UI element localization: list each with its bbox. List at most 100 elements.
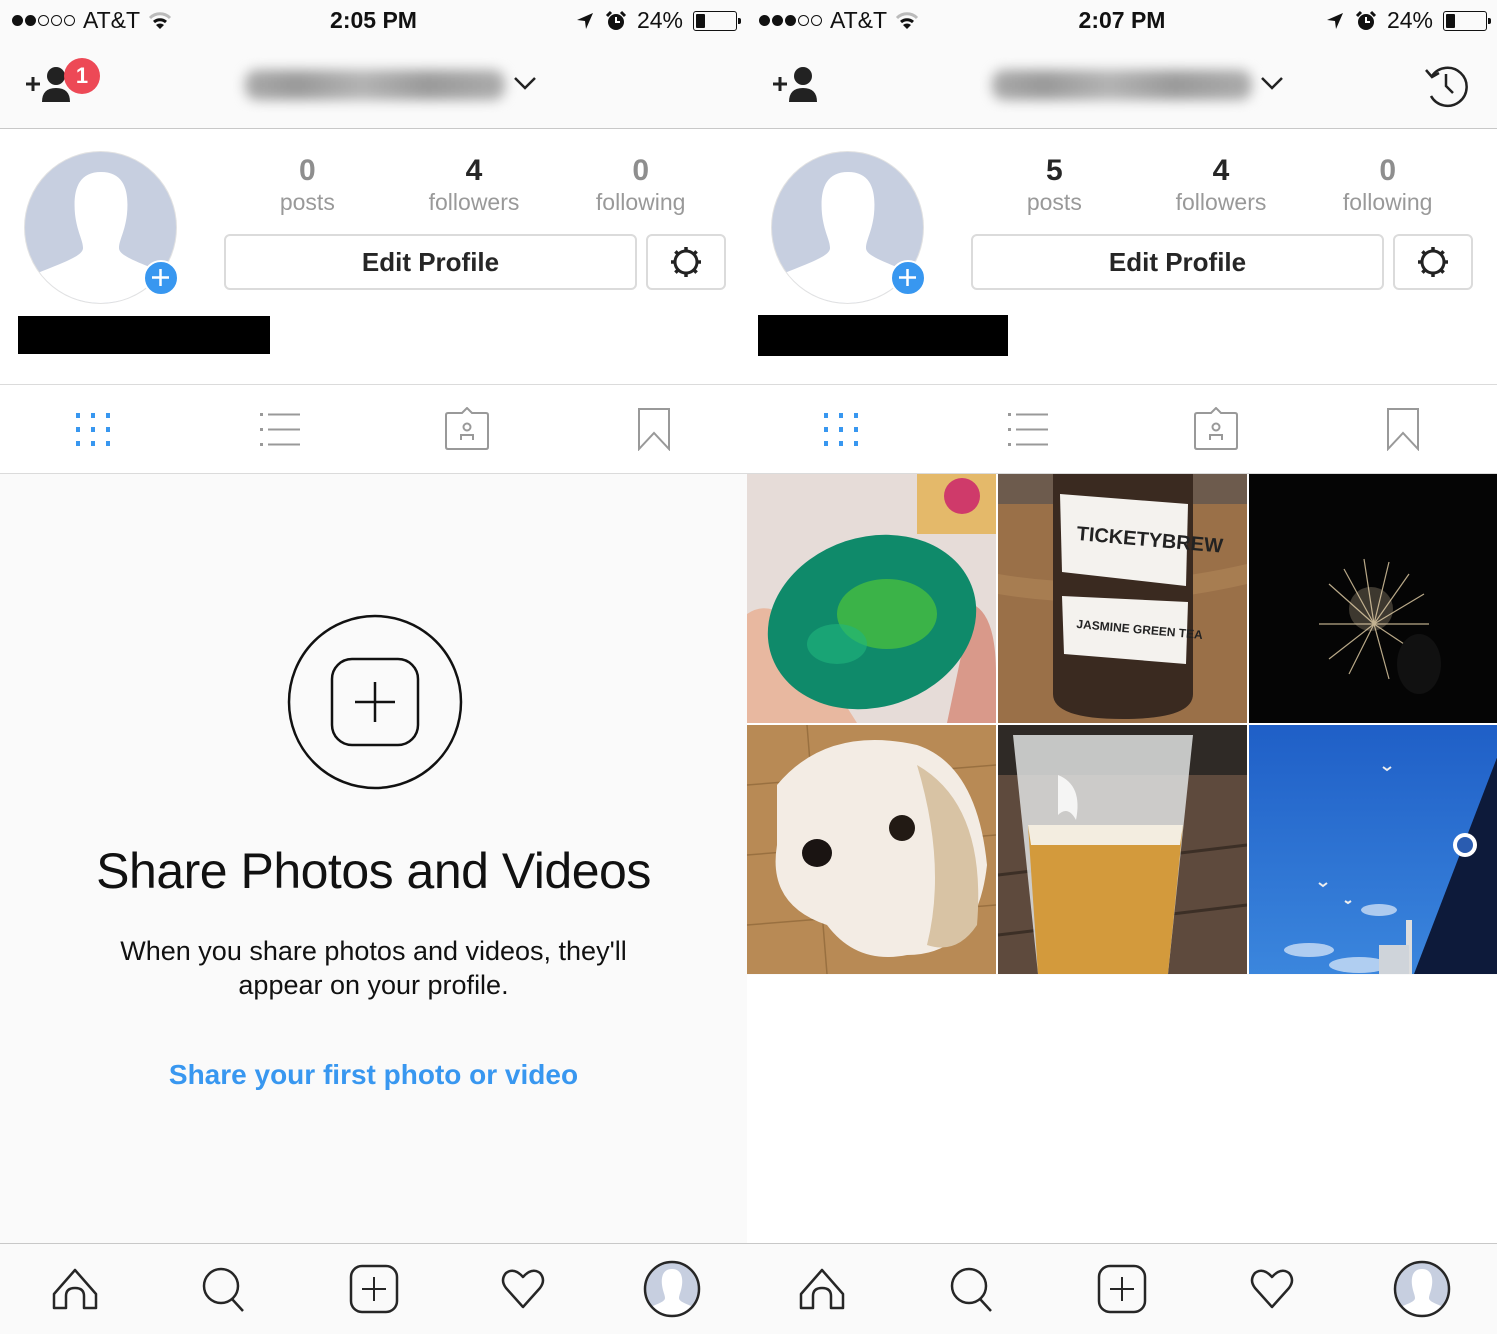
stat-posts[interactable]: 0 posts <box>224 153 391 215</box>
tabbar-new-post[interactable] <box>299 1244 448 1334</box>
photo-thumbnail-dog[interactable] <box>747 725 996 974</box>
alarm-icon <box>605 10 627 30</box>
redacted-display-name <box>18 316 270 354</box>
tagged-photos-icon <box>1193 407 1238 450</box>
photo-thumbnail-egg[interactable] <box>747 474 996 723</box>
profile-screen-empty: AT&T 2:05 PM 24% 1 0 posts 4 followers 0 fo… <box>0 0 747 1334</box>
tab-tagged[interactable] <box>1122 385 1310 473</box>
tagged-photos-icon <box>444 407 489 450</box>
profile-view-tabs <box>747 385 1497 474</box>
list-icon <box>1008 413 1049 446</box>
notification-badge: 1 <box>64 58 100 94</box>
stat-followers[interactable]: 4 followers <box>391 153 558 215</box>
photo-blue-sky-stadium <box>1249 725 1497 974</box>
tab-grid[interactable] <box>747 385 935 473</box>
tab-saved[interactable] <box>560 385 747 473</box>
profile-avatar-icon <box>1393 1260 1451 1318</box>
photo-thumbnail-beer-glass[interactable] <box>998 725 1247 974</box>
tabbar-profile[interactable] <box>1347 1244 1497 1334</box>
battery-icon <box>1443 10 1491 31</box>
photo-grid: TICKETYBREW JASMINE GREEN TEA <box>747 474 1497 974</box>
redacted-display-name <box>758 315 1008 356</box>
bookmark-icon <box>1387 408 1420 451</box>
battery-icon <box>693 10 741 31</box>
profile-avatar-icon <box>644 1260 701 1318</box>
stat-followers[interactable]: 4 followers <box>1138 153 1305 215</box>
tabbar-home[interactable] <box>747 1244 897 1334</box>
followers-label: followers <box>1175 189 1267 215</box>
tabbar-home[interactable] <box>0 1244 149 1334</box>
grid-icon <box>76 413 111 446</box>
stat-posts[interactable]: 5 posts <box>971 153 1138 215</box>
tab-tagged[interactable] <box>374 385 561 473</box>
tab-saved[interactable] <box>1310 385 1497 473</box>
settings-button[interactable] <box>646 234 726 290</box>
grid-empty-space <box>747 975 1497 1243</box>
battery-percent: 24% <box>636 7 683 33</box>
tabbar-new-post[interactable] <box>1047 1244 1197 1334</box>
tabbar-activity[interactable] <box>448 1244 597 1334</box>
followers-count: 4 <box>1212 154 1230 187</box>
edit-profile-button[interactable]: Edit Profile <box>224 234 637 290</box>
bookmark-icon <box>637 408 670 451</box>
bottom-tab-bar <box>747 1243 1497 1334</box>
stat-following[interactable]: 0 following <box>557 153 724 215</box>
profile-header: 5 posts 4 followers 0 following Edit Profil… <box>747 129 1497 385</box>
home-icon <box>799 1268 845 1310</box>
status-bar: AT&T 2:07 PM 24% <box>747 0 1497 40</box>
add-profile-photo-button[interactable] <box>143 260 179 296</box>
nav-bar <box>747 40 1497 129</box>
chevron-down-icon[interactable] <box>512 72 538 94</box>
chevron-down-icon[interactable] <box>1259 72 1285 94</box>
location-arrow-icon <box>1326 12 1343 29</box>
profile-screen-with-posts: AT&T 2:07 PM 24% 5 posts 4 followers 0 foll… <box>747 0 1497 1334</box>
new-post-circle-icon[interactable] <box>287 614 463 790</box>
photo-thumbnail-bottle[interactable]: TICKETYBREW JASMINE GREEN TEA <box>998 474 1247 723</box>
empty-posts-state: Share Photos and Videos When you share p… <box>0 474 747 1244</box>
new-post-icon <box>349 1264 398 1314</box>
add-profile-photo-button[interactable] <box>890 260 926 296</box>
bottom-tab-bar <box>0 1243 747 1334</box>
tab-grid[interactable] <box>0 385 187 473</box>
tabbar-profile[interactable] <box>598 1244 747 1334</box>
following-count: 0 <box>1379 154 1397 187</box>
settings-button[interactable] <box>1393 234 1473 290</box>
profile-header: 0 posts 4 followers 0 following Edit Profil… <box>0 129 747 385</box>
username-dropdown-blurred[interactable] <box>245 70 505 100</box>
plus-icon <box>899 269 916 286</box>
tabbar-activity[interactable] <box>1197 1244 1347 1334</box>
heart-icon <box>1250 1269 1294 1309</box>
grid-icon <box>823 413 858 446</box>
tab-list[interactable] <box>187 385 374 473</box>
search-icon <box>202 1267 245 1312</box>
heart-icon <box>501 1269 545 1309</box>
gear-icon <box>1418 247 1448 277</box>
username-dropdown-blurred[interactable] <box>992 70 1252 100</box>
location-arrow-icon <box>576 12 593 29</box>
tabbar-search[interactable] <box>149 1244 298 1334</box>
status-bar: AT&T 2:05 PM 24% <box>0 0 747 40</box>
profile-stats: 0 posts 4 followers 0 following <box>224 153 724 215</box>
plus-icon <box>152 269 169 286</box>
posts-count: 0 <box>298 154 316 187</box>
empty-state-description: When you share photos and videos, they'l… <box>120 936 627 1000</box>
discover-people-icon[interactable] <box>769 64 825 104</box>
archive-history-icon[interactable] <box>1423 62 1469 108</box>
followers-label: followers <box>428 189 520 215</box>
new-post-icon <box>1097 1264 1147 1314</box>
posts-label: posts <box>1026 189 1082 215</box>
search-icon <box>950 1267 992 1312</box>
battery-percent: 24% <box>1386 7 1433 33</box>
photo-thumbnail-sky[interactable] <box>1249 725 1497 974</box>
tab-list[interactable] <box>935 385 1123 473</box>
followers-count: 4 <box>465 154 483 187</box>
tabbar-search[interactable] <box>897 1244 1047 1334</box>
photo-ticketybrew-bottle: TICKETYBREW JASMINE GREEN TEA <box>998 474 1247 723</box>
stat-following[interactable]: 0 following <box>1304 153 1471 215</box>
share-first-photo-link[interactable]: Share your first photo or video <box>0 1059 747 1091</box>
following-count: 0 <box>632 154 650 187</box>
edit-profile-button[interactable]: Edit Profile <box>971 234 1384 290</box>
photo-white-dog <box>747 725 996 974</box>
photo-thumbnail-fireworks[interactable] <box>1249 474 1497 723</box>
photo-green-egg <box>747 474 996 723</box>
